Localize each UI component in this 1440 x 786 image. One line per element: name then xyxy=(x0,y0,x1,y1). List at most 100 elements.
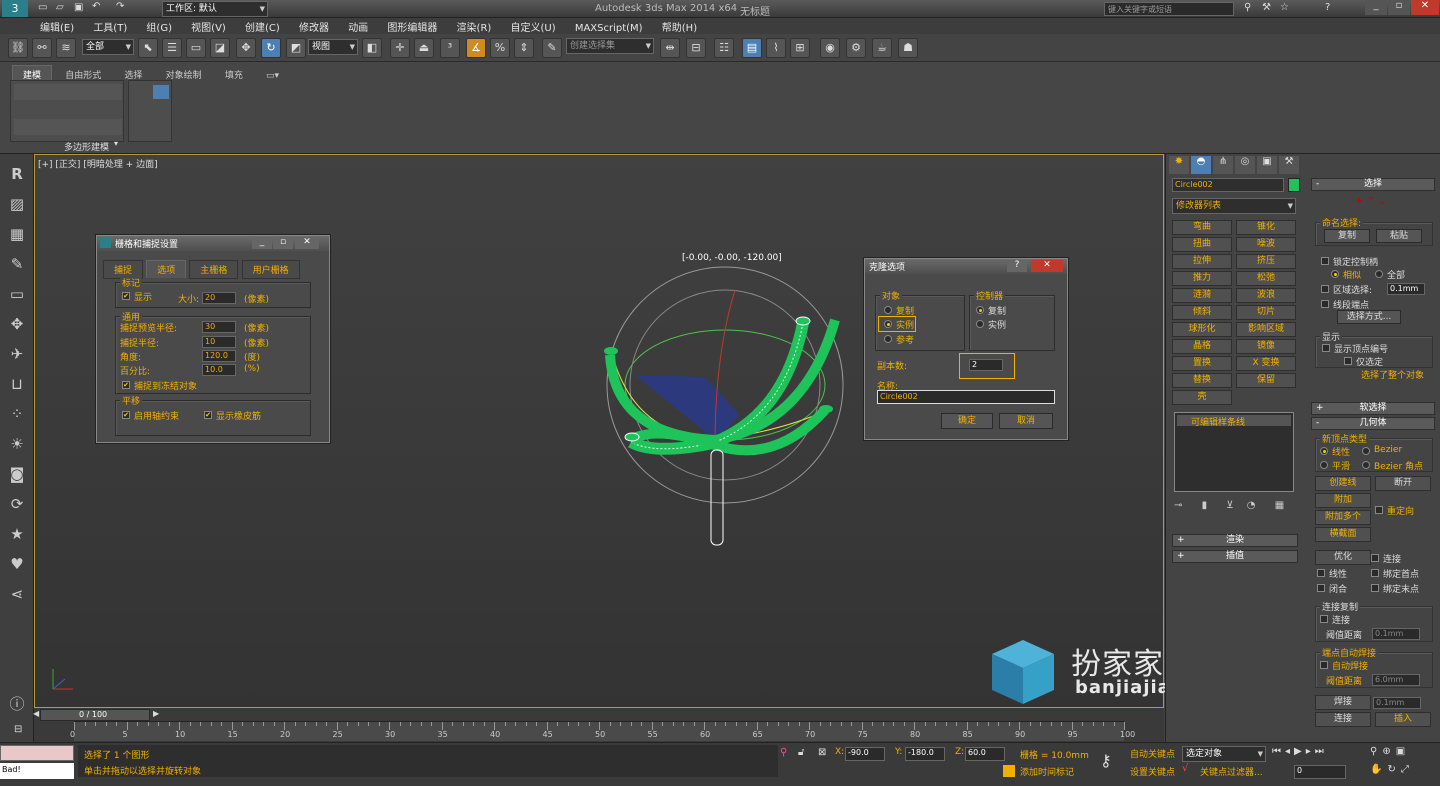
closed-checkbox[interactable] xyxy=(1317,584,1325,592)
minimize-button[interactable]: _ xyxy=(252,237,272,249)
edit-named-sel-icon[interactable]: ✎ xyxy=(542,38,562,58)
next-key-icon[interactable]: ▸ xyxy=(1306,746,1315,757)
modifier-button[interactable]: 镜像 xyxy=(1236,339,1296,354)
modifier-button[interactable]: 锥化 xyxy=(1236,220,1296,235)
modifier-button[interactable]: 影响区域 xyxy=(1236,322,1296,337)
only-selected-checkbox[interactable] xyxy=(1344,357,1352,365)
render-icon[interactable]: R xyxy=(7,164,27,184)
undo-icon[interactable]: ↶ xyxy=(92,1,100,12)
sun-icon[interactable]: ☀ xyxy=(7,434,27,454)
object-color-swatch[interactable] xyxy=(1288,178,1300,192)
app-logo[interactable]: 3 xyxy=(2,0,28,17)
show-end-icon[interactable]: ▮ xyxy=(1202,500,1208,511)
object-name-field[interactable]: Circle002 xyxy=(1172,178,1284,192)
share-icon[interactable]: ⋖ xyxy=(7,584,27,604)
configure-sets-icon[interactable]: ▦ xyxy=(1275,500,1284,511)
modifier-button[interactable]: 切片 xyxy=(1236,305,1296,320)
break-button[interactable]: 断开 xyxy=(1375,476,1431,491)
close-button[interactable]: ✕ xyxy=(1031,260,1063,272)
edit-icon[interactable]: ✎ xyxy=(7,254,27,274)
threshold-spinner[interactable]: 0.1mm xyxy=(1372,628,1420,640)
stack-item[interactable]: 可编辑样条线 xyxy=(1177,415,1291,428)
tab-user-grids[interactable]: 用户栅格 xyxy=(241,260,300,279)
help-button[interactable]: ? xyxy=(1007,260,1027,272)
modifier-list-dropdown[interactable]: 修改器列表 xyxy=(1172,198,1296,214)
maximize-button[interactable]: ▫ xyxy=(273,237,293,249)
percent-spinner[interactable]: 10.0 xyxy=(202,364,236,376)
rubber-band-checkbox[interactable]: ✔ xyxy=(204,411,212,419)
key-filters-button[interactable]: 关键点过滤器... xyxy=(1200,765,1263,778)
tray-icon[interactable]: ⊔ xyxy=(7,374,27,394)
cancel-button[interactable]: 取消 xyxy=(999,413,1053,429)
minimize-button[interactable]: _ xyxy=(1365,0,1387,15)
window-crossing-icon[interactable]: ◪ xyxy=(210,38,230,58)
render-setup-icon[interactable]: ⚙ xyxy=(846,38,866,58)
copy-radio[interactable] xyxy=(884,306,892,314)
snap-3-icon[interactable]: ³ xyxy=(440,38,460,58)
help-icon[interactable]: ? xyxy=(1325,2,1330,13)
similar-radio[interactable] xyxy=(1331,270,1339,278)
binoculars-icon[interactable]: ⚲ xyxy=(1244,2,1251,13)
open-file-icon[interactable]: ▱ xyxy=(56,2,64,13)
paste-button[interactable]: 粘贴 xyxy=(1376,229,1422,243)
linear-checkbox[interactable] xyxy=(1317,569,1325,577)
lock-selection-icon[interactable]: 🔓︎ xyxy=(798,747,804,758)
select-object-icon[interactable]: ⬉ xyxy=(138,38,158,58)
star-icon[interactable]: ☆ xyxy=(1280,2,1289,13)
modifier-button[interactable]: 波浪 xyxy=(1236,288,1296,303)
modifier-button[interactable]: 涟漪 xyxy=(1172,288,1232,303)
modifier-button[interactable]: 拉伸 xyxy=(1172,254,1232,269)
plane-icon[interactable]: ✈ xyxy=(7,344,27,364)
rect-selection-icon[interactable]: ▭ xyxy=(186,38,206,58)
go-end-icon[interactable]: ⏭ xyxy=(1315,746,1328,757)
interpolation-rollout[interactable]: + 插值 xyxy=(1172,550,1298,563)
zoom-all-icon[interactable]: ⊕ xyxy=(1382,746,1395,757)
selection-filter-dropdown[interactable]: 全部 xyxy=(82,39,134,55)
auto-weld-checkbox[interactable] xyxy=(1320,661,1328,669)
reference-radio[interactable] xyxy=(884,335,892,343)
link-icon[interactable]: ⛓ xyxy=(8,38,28,58)
orbit-icon[interactable]: ↻ xyxy=(1387,764,1400,775)
display-tab-icon[interactable]: ▣ xyxy=(1257,156,1277,174)
save-file-icon[interactable]: ▣ xyxy=(74,2,83,13)
copies-spinner[interactable]: 2 xyxy=(969,359,1003,371)
modifier-button[interactable]: 弯曲 xyxy=(1172,220,1232,235)
vertex-select-icon[interactable]: ✦ ⌃ ⌄ xyxy=(1355,196,1387,207)
align-icon[interactable]: ⊟ xyxy=(686,38,706,58)
preview-radius-spinner[interactable]: 30 xyxy=(202,321,236,333)
play-icon[interactable]: ▶ xyxy=(1294,746,1306,757)
maxscript-mini-listener[interactable] xyxy=(0,745,74,761)
hierarchy-tab-icon[interactable]: ⋔ xyxy=(1213,156,1233,174)
modifier-button[interactable]: 置换 xyxy=(1172,356,1232,371)
menu-modifiers[interactable]: 修改器 xyxy=(291,18,337,35)
modifier-button[interactable]: X 变换 xyxy=(1236,356,1296,371)
layout-icon[interactable]: ▦ xyxy=(7,224,27,244)
layer-manager-icon[interactable]: ☷ xyxy=(714,38,734,58)
area-select-spinner[interactable]: 0.1mm xyxy=(1387,283,1425,295)
new-file-icon[interactable]: ▭ xyxy=(38,2,47,13)
material-editor-icon[interactable]: ◉ xyxy=(820,38,840,58)
curve-icon[interactable]: √ xyxy=(1182,763,1188,774)
create-tab-icon[interactable]: ✸ xyxy=(1169,156,1189,174)
modifier-button[interactable]: 倾斜 xyxy=(1172,305,1232,320)
workspace-dropdown[interactable]: 工作区: 默认 xyxy=(162,1,268,17)
refresh-icon[interactable]: ⟳ xyxy=(7,494,27,514)
ribbon-icon[interactable] xyxy=(153,85,169,99)
area-select-checkbox[interactable] xyxy=(1321,285,1329,293)
bezier-radio[interactable] xyxy=(1362,447,1370,455)
modify-tab-icon[interactable]: ◓ xyxy=(1191,156,1211,174)
time-slider[interactable]: ◀ 0 / 100 ▶ xyxy=(33,709,159,721)
ok-button[interactable]: 确定 xyxy=(941,413,993,429)
lock-handles-checkbox[interactable] xyxy=(1321,257,1329,265)
menu-customize[interactable]: 自定义(U) xyxy=(503,18,564,35)
spinner-snap-icon[interactable]: ⇕ xyxy=(514,38,534,58)
pivot-center-icon[interactable]: ◧ xyxy=(362,38,382,58)
modifier-button[interactable]: 扭曲 xyxy=(1172,237,1232,252)
modifier-button[interactable]: 球形化 xyxy=(1172,322,1232,337)
viewport-label[interactable]: [+] [正交] [明暗处理 + 边面] xyxy=(38,157,158,170)
menu-views[interactable]: 视图(V) xyxy=(183,18,234,35)
prev-frame-icon[interactable]: ◀ xyxy=(33,709,39,718)
modifier-button[interactable]: 晶格 xyxy=(1172,339,1232,354)
info-icon[interactable]: ⓘ xyxy=(7,694,27,714)
modifier-button[interactable]: 保留 xyxy=(1236,373,1296,388)
